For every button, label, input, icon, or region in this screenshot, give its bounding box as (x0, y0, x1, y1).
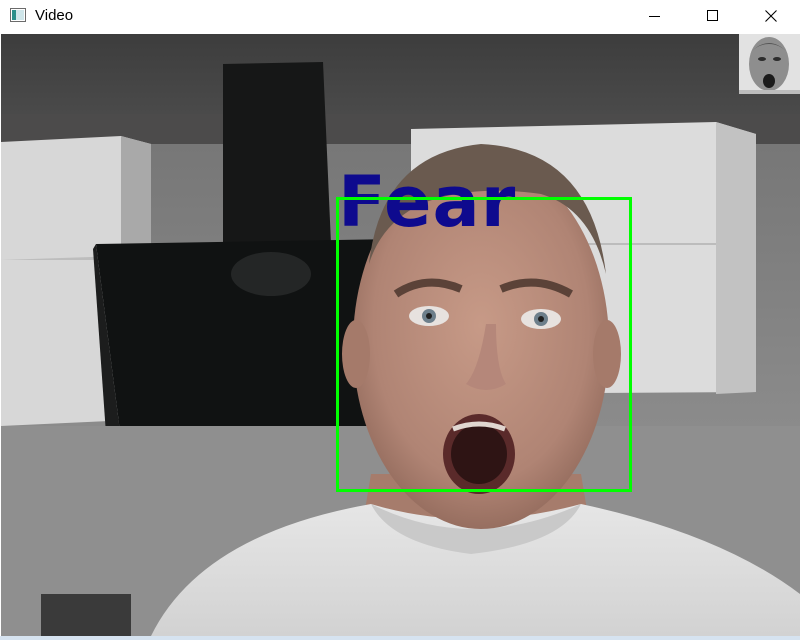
video-frame: Fear (1, 34, 800, 636)
maximize-button[interactable] (684, 0, 742, 32)
close-button[interactable] (742, 0, 800, 32)
minimize-button[interactable] (626, 0, 684, 32)
title-bar[interactable]: Video (0, 0, 800, 32)
face-thumbnail-image (739, 34, 800, 94)
app-icon (10, 8, 26, 22)
window-bottom-edge (0, 636, 800, 640)
face-thumbnail (739, 34, 800, 94)
face-bounding-box (336, 197, 632, 492)
video-window: Video Fear (0, 0, 800, 640)
minimize-icon (649, 16, 660, 17)
window-title: Video (35, 7, 74, 24)
maximize-icon (707, 10, 718, 21)
close-icon (765, 10, 777, 22)
